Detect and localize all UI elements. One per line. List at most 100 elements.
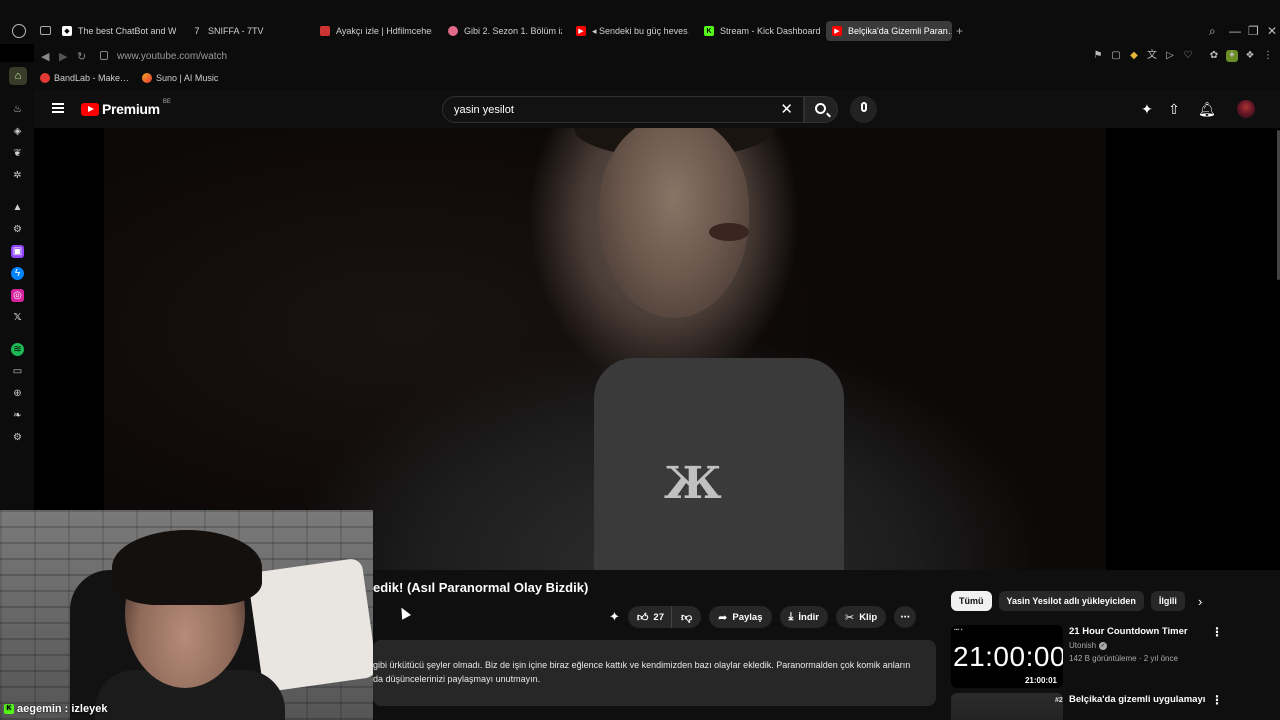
- search-button[interactable]: [804, 96, 838, 123]
- scissors-icon: ✂: [844, 611, 855, 624]
- duration-badge: 21:00:01: [1022, 676, 1059, 685]
- clear-search-icon[interactable]: ✕: [780, 100, 793, 118]
- instagram-icon[interactable]: ◎: [11, 289, 24, 302]
- 7tv-favicon-icon: 7: [194, 26, 200, 36]
- spotify-icon[interactable]: ≋: [11, 343, 24, 356]
- more-vertical-icon[interactable]: ⋮: [1211, 625, 1223, 639]
- browser-tab[interactable]: Gibi 2. Sezon 1. Bölüm iz…: [448, 21, 562, 41]
- extension-icon[interactable]: ❖: [1244, 50, 1256, 62]
- twitch-icon[interactable]: ▣: [11, 245, 24, 258]
- address-bar: ◀ ▶ ↻ www.youtube.com/watch ⚑ ▢ ◆ 文 ▷ ♡ …: [34, 44, 1280, 70]
- browser-tab-strip: ◆ The best ChatBot and W… 7 SNIFFA - 7TV…: [0, 0, 1280, 44]
- reload-icon[interactable]: ↻: [77, 50, 86, 63]
- back-icon[interactable]: ◀: [41, 50, 49, 63]
- browser-tab[interactable]: 7 SNIFFA - 7TV: [192, 21, 302, 41]
- search-input[interactable]: yasin yesilot ✕: [442, 96, 804, 123]
- search-tabs-icon[interactable]: ⌕: [1209, 24, 1216, 39]
- maximize-icon[interactable]: ❐: [1248, 24, 1259, 38]
- thumbs-up-icon: 👍︎: [636, 611, 649, 624]
- series-site-favicon-icon: [448, 26, 458, 36]
- notifications-bell-icon[interactable]: 🔔︎: [1198, 101, 1216, 117]
- chatgpt-icon[interactable]: ⚙: [11, 223, 24, 236]
- messenger-icon[interactable]: ϟ: [11, 267, 24, 280]
- home-icon[interactable]: ⌂: [9, 67, 27, 85]
- menu-hamburger-icon[interactable]: [52, 103, 64, 113]
- more-vertical-icon[interactable]: ⋮: [1211, 693, 1221, 707]
- stream-chat-overlay: K aegemin : izleyek: [4, 703, 107, 715]
- share-button[interactable]: ➦ Paylaş: [709, 606, 772, 628]
- kick-favicon-icon: K: [704, 26, 714, 36]
- bookmark-item[interactable]: BandLab - Make…: [40, 73, 129, 83]
- browser-tab[interactable]: ▶ ◂ Sendeki bu güç heves…: [576, 21, 689, 41]
- suno-icon: [142, 73, 152, 83]
- browser-tab[interactable]: Ayakçı izle | Hdfilmcehen…: [320, 21, 432, 41]
- close-icon[interactable]: ✕: [1267, 24, 1277, 38]
- video-thumbnail[interactable]: [951, 693, 1063, 720]
- sidebar-app-icon[interactable]: ◈: [11, 125, 24, 138]
- sidebar-app-icon[interactable]: ⊕: [11, 387, 24, 400]
- sidebar-app-icon[interactable]: ❦: [11, 147, 24, 160]
- browser-tab[interactable]: K Stream - Kick Dashboard: [704, 21, 820, 41]
- chatbot-favicon-icon: ◆: [62, 26, 72, 36]
- heart-icon[interactable]: ♡: [1182, 50, 1194, 62]
- sidebar-app-icon[interactable]: ▭: [11, 365, 24, 378]
- bookmarks-bar: BandLab - Make… Suno | AI Music: [34, 70, 1280, 90]
- download-icon: ⤓: [788, 610, 794, 623]
- sidebar-app-icon[interactable]: ♨: [11, 103, 24, 116]
- bookmark-item[interactable]: Suno | AI Music: [142, 73, 218, 83]
- youtube-premium-logo[interactable]: Premium BE: [81, 99, 171, 117]
- description-box[interactable]: gibi ürkütücü şeyler olmadı. Biz de işin…: [373, 640, 936, 706]
- chip-all[interactable]: Tümü: [951, 591, 992, 611]
- recommendation-title[interactable]: Belçika'da gizemli uygulamayı: [1069, 694, 1205, 705]
- channel-name[interactable]: Utonish ✓: [1069, 641, 1108, 650]
- more-actions-button[interactable]: ⋯: [894, 606, 917, 628]
- download-button[interactable]: ⤓ İndir: [779, 606, 828, 628]
- extension-icon[interactable]: ✦: [1226, 50, 1238, 62]
- recommendation-title[interactable]: 21 Hour Countdown Timer: [1069, 626, 1188, 637]
- extension-icon[interactable]: ✦: [609, 609, 620, 625]
- lock-icon[interactable]: [100, 51, 108, 60]
- settings-icon[interactable]: ⚙: [11, 431, 24, 444]
- recommendation-chips: Tümü Yasin Yesilot adlı yükleyiciden İlg…: [951, 591, 1185, 611]
- forward-icon[interactable]: ▶: [59, 50, 67, 63]
- new-tab-button[interactable]: +: [956, 24, 963, 38]
- chip-related[interactable]: İlgili: [1150, 591, 1185, 611]
- microphone-icon: [861, 102, 867, 112]
- thumbs-down-icon: 👎︎: [680, 611, 693, 624]
- more-horizontal-icon: ⋯: [900, 611, 910, 623]
- menu-icon[interactable]: ⋮: [1262, 50, 1274, 62]
- x-twitter-icon[interactable]: 𝕏: [11, 311, 24, 324]
- minimize-icon[interactable]: —: [1229, 24, 1241, 38]
- browser-logo-icon[interactable]: [12, 24, 26, 38]
- sidebar-app-icon[interactable]: ▲: [11, 201, 24, 214]
- browser-sidebar: ⌂ ♨ ◈ ❦ ✲ ▲ ⚙ ▣ ϟ ◎ 𝕏 ≋ ▭ ⊕ ❧ ⚙: [0, 62, 34, 512]
- avatar[interactable]: [1237, 100, 1255, 118]
- dislike-button[interactable]: 👎︎: [670, 606, 702, 628]
- clip-button[interactable]: ✂ Klip: [835, 606, 887, 628]
- video-player[interactable]: Ж: [34, 128, 1280, 570]
- voice-search-button[interactable]: [850, 96, 877, 123]
- bookmark-icon[interactable]: ⚑: [1092, 50, 1104, 62]
- extension-icon[interactable]: ✿: [1208, 50, 1220, 62]
- chevron-right-icon[interactable]: ›: [1198, 594, 1202, 609]
- sidebar-app-icon[interactable]: ❧: [11, 409, 24, 422]
- shield-icon[interactable]: ◆: [1128, 50, 1140, 62]
- recommendation-item[interactable]: ▪▪▪ ▪ 21:00:00 21:00:01 21 Hour Countdow…: [951, 625, 1223, 691]
- screenshot-icon[interactable]: ▢: [1110, 50, 1122, 62]
- like-button[interactable]: 👍︎ 27: [627, 606, 671, 628]
- browser-tab-active[interactable]: ▶ Belçika'da Gizemli Paran…: [826, 21, 952, 41]
- recommendation-item[interactable]: Belçika'da gizemli uygulamayı ⋮: [951, 693, 1221, 720]
- sidebar-app-icon[interactable]: ✲: [11, 169, 24, 182]
- extension-icon[interactable]: ✦: [1139, 101, 1155, 117]
- upload-icon[interactable]: ⇧: [1166, 101, 1182, 117]
- video-thumbnail[interactable]: ▪▪▪ ▪ 21:00:00 21:00:01: [951, 625, 1063, 688]
- youtube-favicon-icon: ▶: [832, 26, 842, 36]
- trending-rank-badge: #2: [1055, 697, 1063, 704]
- chip-from-uploader[interactable]: Yasin Yesilot adlı yükleyiciden: [998, 591, 1144, 611]
- tab-manager-icon[interactable]: [40, 26, 51, 35]
- url-field[interactable]: www.youtube.com/watch: [117, 51, 227, 62]
- player-icon[interactable]: ▷: [1164, 50, 1176, 62]
- translate-icon[interactable]: 文: [1146, 50, 1158, 62]
- browser-tab[interactable]: ◆ The best ChatBot and W…: [62, 21, 176, 41]
- youtube-favicon-icon: ▶: [576, 26, 586, 36]
